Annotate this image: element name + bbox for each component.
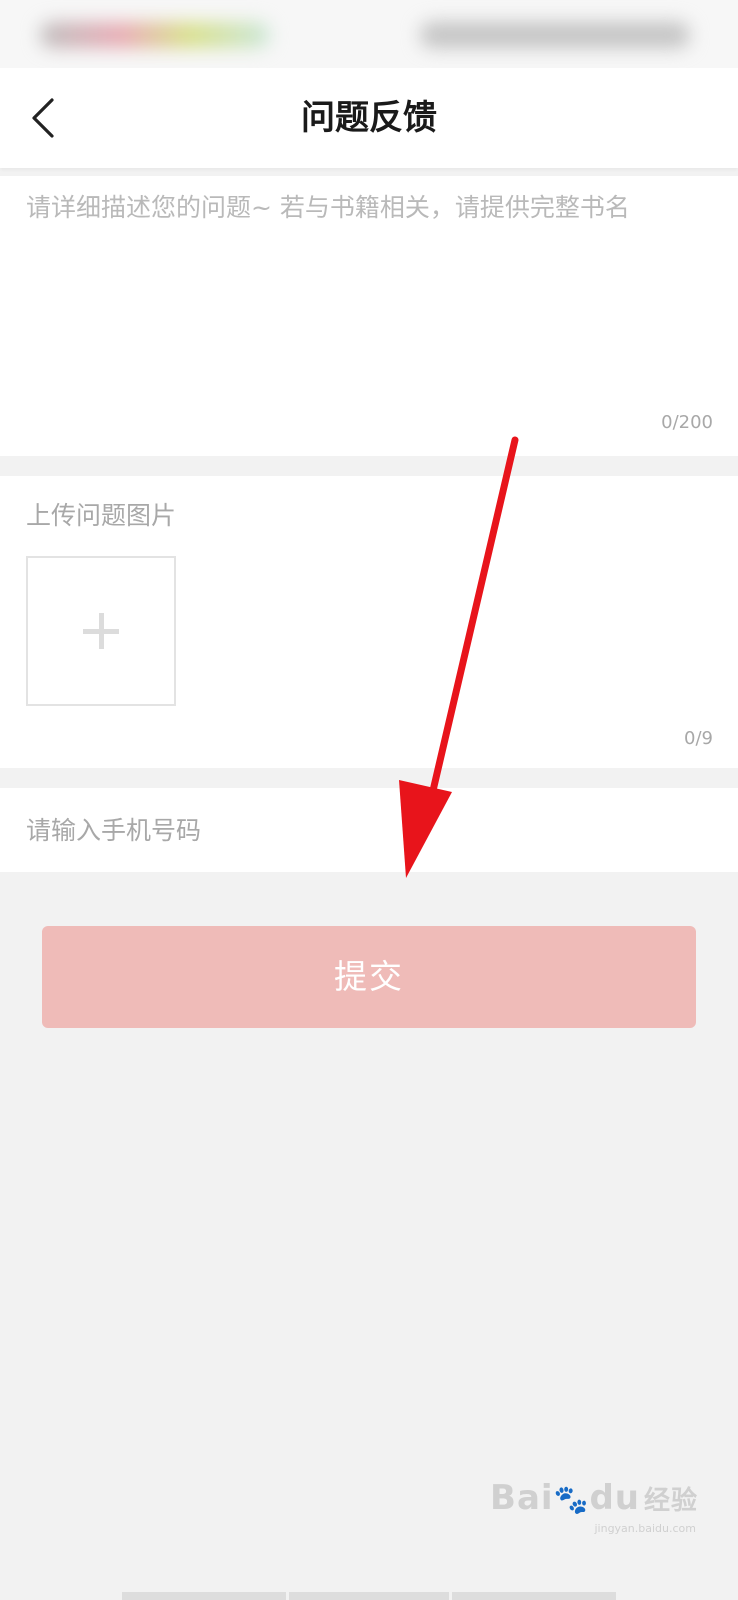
nav-hint-center	[289, 1592, 449, 1600]
paw-icon: 🐾	[553, 1483, 590, 1516]
baidu-jingyan-watermark: Bai🐾du 经验	[490, 1478, 698, 1518]
watermark-brand-suffix: du	[589, 1478, 640, 1518]
status-bar	[0, 0, 738, 68]
watermark-url: jingyan.baidu.com	[594, 1522, 696, 1535]
description-section: 0/200	[0, 176, 738, 456]
upload-label: 上传问题图片	[26, 501, 177, 530]
description-char-counter: 0/200	[661, 412, 713, 433]
phone-section	[0, 788, 738, 872]
status-icons-left	[40, 22, 270, 48]
nav-hint-left	[122, 1592, 286, 1600]
status-icons-right	[420, 22, 690, 48]
nav-hint-right	[452, 1592, 616, 1600]
watermark-brand-cn: 经验	[643, 1486, 698, 1516]
image-upload-section: 上传问题图片 0/9	[0, 476, 738, 768]
watermark-brand: Bai	[490, 1478, 554, 1518]
app-header: 问题反馈	[0, 68, 738, 168]
phone-input[interactable]	[26, 788, 712, 872]
page-title: 问题反馈	[301, 98, 437, 138]
add-image-button[interactable]	[26, 556, 176, 706]
image-counter: 0/9	[684, 728, 713, 749]
submit-button[interactable]: 提交	[42, 926, 696, 1028]
description-textarea[interactable]	[26, 188, 712, 398]
